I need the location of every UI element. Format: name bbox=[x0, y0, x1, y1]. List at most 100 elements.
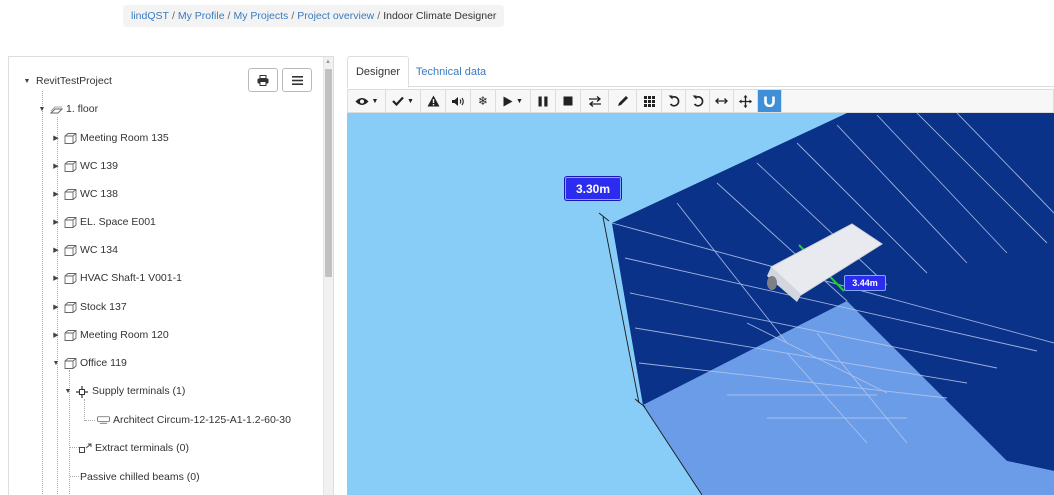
tree-supply-terminals[interactable]: ▼ Supply terminals (1) bbox=[62, 382, 185, 400]
room-icon bbox=[64, 160, 77, 172]
caret-right-icon[interactable]: ▶ bbox=[50, 303, 62, 311]
caret-down-icon[interactable]: ▼ bbox=[21, 78, 33, 85]
caret-right-icon[interactable]: ▶ bbox=[50, 190, 62, 198]
redo-icon bbox=[692, 95, 703, 107]
tree-floor[interactable]: ▼ 1. floor bbox=[36, 100, 99, 118]
move-button[interactable] bbox=[734, 90, 758, 112]
tree-supply-label: Supply terminals (1) bbox=[92, 385, 186, 397]
scroll-up-icon[interactable]: ▲ bbox=[325, 59, 331, 65]
swap-button[interactable] bbox=[581, 90, 609, 112]
stop-icon bbox=[563, 96, 573, 106]
breadcrumb-link-my-profile[interactable]: My Profile bbox=[178, 10, 225, 22]
tree-room[interactable]: ▶ Meeting Room 135 bbox=[50, 129, 169, 147]
redo-button[interactable] bbox=[686, 90, 710, 112]
room-icon bbox=[64, 272, 77, 284]
caret-right-icon[interactable]: ▶ bbox=[50, 274, 62, 282]
tree-room-expanded[interactable]: ▼ Office 119 bbox=[50, 354, 127, 372]
tree-root[interactable]: ▼ RevitTestProject bbox=[21, 72, 112, 90]
pencil-icon bbox=[617, 96, 628, 106]
swap-icon bbox=[588, 95, 601, 107]
check-dropdown-button[interactable]: ▼ bbox=[386, 90, 421, 112]
tree-room-label: Office 119 bbox=[80, 357, 127, 369]
tree-extract-label: Extract terminals (0) bbox=[95, 442, 189, 454]
caret-down-icon[interactable]: ▼ bbox=[36, 106, 48, 113]
tree-floor-label: 1. floor bbox=[66, 103, 99, 115]
tree-room[interactable]: ▶ WC 134 bbox=[50, 241, 118, 259]
room-3d-scene bbox=[598, 113, 1054, 495]
tab-technical-data[interactable]: Technical data bbox=[413, 56, 489, 87]
diffuser-icon bbox=[97, 415, 110, 426]
width-icon bbox=[715, 98, 728, 104]
extract-terminal-icon bbox=[79, 443, 92, 454]
caret-down-icon: ▼ bbox=[407, 97, 414, 105]
height-label: 3.30m bbox=[565, 177, 621, 200]
tree-scrollbar-thumb[interactable] bbox=[325, 69, 332, 277]
play-dropdown-button[interactable]: ▼ bbox=[496, 90, 531, 112]
pencil-button[interactable] bbox=[609, 90, 637, 112]
sound-icon bbox=[452, 96, 464, 106]
tree-room-label: WC 138 bbox=[80, 188, 118, 200]
room-icon bbox=[64, 132, 77, 144]
warning-button[interactable] bbox=[421, 90, 446, 112]
caret-right-icon[interactable]: ▶ bbox=[50, 134, 62, 142]
sound-button[interactable] bbox=[446, 90, 471, 112]
breadcrumb-link-my-projects[interactable]: My Projects bbox=[233, 10, 288, 22]
breadcrumb-link-project-overview[interactable]: Project overview bbox=[297, 10, 374, 22]
grid-button[interactable] bbox=[637, 90, 662, 112]
tree-room-label: Meeting Room 135 bbox=[80, 132, 169, 144]
tree-room[interactable]: ▶ Meeting Room 120 bbox=[50, 326, 169, 344]
distance-label: 3.44m bbox=[844, 275, 886, 291]
tree-beams-label: Passive chilled beams (0) bbox=[80, 471, 200, 483]
tree-room[interactable]: ▶ WC 139 bbox=[50, 157, 118, 175]
tree-room[interactable]: ▶ Stock 137 bbox=[50, 298, 126, 316]
caret-down-icon[interactable]: ▼ bbox=[62, 388, 74, 395]
magnet-icon bbox=[764, 96, 775, 107]
undo-icon bbox=[668, 95, 679, 107]
caret-right-icon[interactable]: ▶ bbox=[50, 162, 62, 170]
caret-right-icon[interactable]: ▶ bbox=[50, 218, 62, 226]
stop-button[interactable] bbox=[556, 90, 581, 112]
menu-icon bbox=[291, 75, 303, 85]
caret-right-icon[interactable]: ▶ bbox=[50, 331, 62, 339]
tree-supply-item[interactable]: Architect Circum-12-125-A1-1.2-60-30 bbox=[95, 411, 291, 429]
caret-right-icon[interactable]: ▶ bbox=[50, 246, 62, 254]
cooling-button[interactable]: ❄ bbox=[471, 90, 496, 112]
snowflake-icon: ❄ bbox=[477, 94, 489, 108]
eye-icon bbox=[355, 97, 369, 105]
supply-terminal-icon bbox=[76, 385, 89, 398]
breadcrumb-separator: / bbox=[171, 10, 175, 22]
play-icon bbox=[503, 96, 513, 106]
tree-room-label: Meeting Room 120 bbox=[80, 329, 169, 341]
designer-3d-viewport[interactable]: 3.30m 3.44m bbox=[347, 113, 1054, 495]
designer-tabs: Designer Technical data bbox=[347, 56, 1054, 88]
tab-designer[interactable]: Designer bbox=[347, 56, 409, 88]
project-tree-panel: ▼ RevitTestProject ▼ 1. floor ▶ Meeting … bbox=[8, 56, 334, 495]
view-dropdown-button[interactable]: ▼ bbox=[348, 90, 386, 112]
pause-button[interactable] bbox=[531, 90, 556, 112]
warning-icon bbox=[427, 95, 439, 107]
tree-scrollbar[interactable]: ▲ bbox=[323, 57, 333, 495]
caret-down-icon[interactable]: ▼ bbox=[50, 360, 62, 367]
room-icon bbox=[64, 301, 77, 313]
undo-button[interactable] bbox=[662, 90, 686, 112]
tree-connector bbox=[84, 399, 85, 421]
tree-supply-item-label: Architect Circum-12-125-A1-1.2-60-30 bbox=[113, 414, 291, 426]
tree-connector bbox=[42, 91, 43, 495]
tree-room[interactable]: ▶ HVAC Shaft-1 V001-1 bbox=[50, 269, 182, 287]
tree-extract-terminals[interactable]: Extract terminals (0) bbox=[77, 439, 189, 457]
tree-chilled-beams[interactable]: Passive chilled beams (0) bbox=[80, 468, 200, 486]
breadcrumb-separator: / bbox=[227, 10, 231, 22]
width-button[interactable] bbox=[710, 90, 734, 112]
room-icon bbox=[64, 357, 77, 369]
room-icon bbox=[64, 329, 77, 341]
move-icon bbox=[739, 94, 752, 108]
designer-toolbar: ▼ ▼ ❄ ▼ bbox=[347, 89, 1054, 113]
tree-room[interactable]: ▶ WC 138 bbox=[50, 185, 118, 203]
tree-room-label: EL. Space E001 bbox=[80, 216, 156, 228]
breadcrumb-link-lindqst[interactable]: lindQST bbox=[131, 10, 169, 22]
tree-room[interactable]: ▶ EL. Space E001 bbox=[50, 213, 156, 231]
menu-button[interactable] bbox=[282, 68, 312, 92]
print-button[interactable] bbox=[248, 68, 278, 92]
room-icon bbox=[64, 216, 77, 228]
magnet-button[interactable] bbox=[758, 90, 782, 112]
